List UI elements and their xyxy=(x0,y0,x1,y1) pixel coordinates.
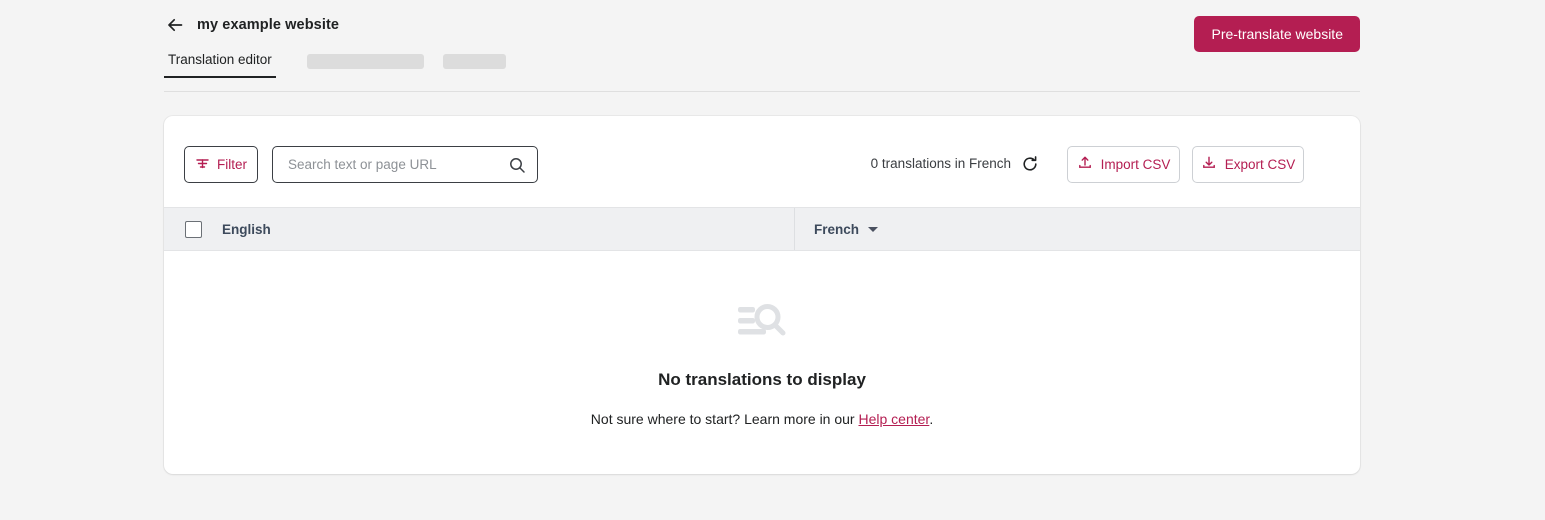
table-column-french[interactable]: French xyxy=(795,208,1360,250)
empty-state-subtitle: Not sure where to start? Learn more in o… xyxy=(591,411,933,427)
import-csv-label: Import CSV xyxy=(1100,157,1171,172)
tab-bar: Translation editor xyxy=(164,52,506,88)
column-header-french: French xyxy=(814,221,860,237)
table-toolbar: Filter 0 translations in French xyxy=(164,116,1360,207)
export-csv-button[interactable]: Export CSV xyxy=(1192,146,1304,183)
empty-state-title: No translations to display xyxy=(658,370,866,389)
empty-state-subtitle-suffix: . xyxy=(929,411,934,427)
column-header-english: English xyxy=(222,221,271,237)
list-search-icon xyxy=(738,301,786,348)
import-csv-button[interactable]: Import CSV xyxy=(1067,146,1180,183)
filter-button[interactable]: Filter xyxy=(184,146,258,183)
export-csv-label: Export CSV xyxy=(1224,157,1296,172)
page-title: my example website xyxy=(197,17,340,33)
tab-translation-editor[interactable]: Translation editor xyxy=(164,52,276,78)
arrow-left-icon[interactable] xyxy=(164,14,186,36)
table-header-row: English French xyxy=(164,207,1360,251)
tab-skeleton-1[interactable] xyxy=(306,54,424,69)
page-header: my example website Pre-translate website… xyxy=(164,0,1360,88)
translation-count-label: 0 translations in French xyxy=(870,156,1011,171)
chevron-down-icon[interactable] xyxy=(868,226,879,232)
empty-state-subtitle-prefix: Not sure where to start? Learn more in o… xyxy=(590,411,859,427)
upload-icon xyxy=(1077,155,1093,174)
search-field[interactable] xyxy=(272,146,538,183)
refresh-icon[interactable] xyxy=(1020,154,1040,174)
empty-state: No translations to display Not sure wher… xyxy=(164,251,1360,473)
help-center-link[interactable]: Help center xyxy=(858,411,929,427)
download-icon xyxy=(1201,155,1217,174)
filter-button-label: Filter xyxy=(217,157,247,172)
filter-icon xyxy=(195,156,210,174)
tab-skeleton-2[interactable] xyxy=(442,54,506,69)
table-column-english: English xyxy=(164,208,795,250)
header-title-group: my example website xyxy=(164,14,339,36)
pre-translate-website-button[interactable]: Pre-translate website xyxy=(1194,16,1360,52)
search-input[interactable] xyxy=(286,156,508,173)
select-all-checkbox[interactable] xyxy=(185,220,202,238)
search-icon[interactable] xyxy=(508,156,526,174)
app-root: my example website Pre-translate website… xyxy=(0,0,1545,520)
translations-card: Filter 0 translations in French xyxy=(164,116,1360,474)
header-divider xyxy=(164,91,1360,92)
